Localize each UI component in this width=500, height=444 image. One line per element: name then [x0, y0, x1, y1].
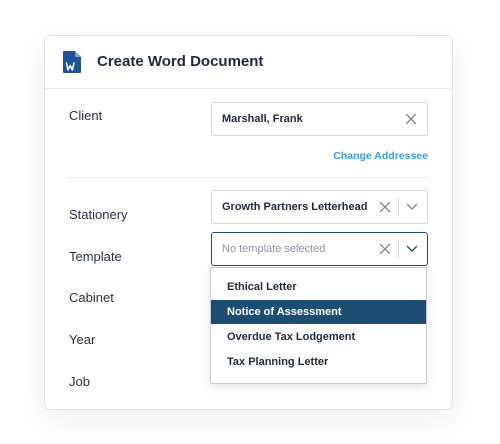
- cabinet-label: Cabinet: [69, 290, 114, 305]
- client-field[interactable]: Marshall, Frank: [211, 102, 428, 136]
- template-dropdown-menu: Ethical Letter Notice of Assessment Over…: [210, 267, 427, 384]
- template-option[interactable]: Tax Planning Letter: [211, 350, 426, 374]
- clear-client-icon[interactable]: [405, 113, 417, 125]
- template-placeholder: No template selected: [222, 243, 326, 255]
- dialog-header: Create Word Document: [45, 36, 452, 89]
- client-label: Client: [69, 108, 103, 123]
- template-option[interactable]: Overdue Tax Lodgement: [211, 325, 426, 349]
- word-document-icon: [63, 51, 81, 73]
- client-value: Marshall, Frank: [222, 113, 303, 125]
- section-divider: [69, 177, 428, 178]
- year-label: Year: [69, 332, 96, 347]
- template-option-highlighted[interactable]: Notice of Assessment: [211, 300, 426, 324]
- change-addressee-link[interactable]: Change Addressee: [333, 150, 428, 162]
- select-separator: [398, 198, 399, 216]
- chevron-down-icon[interactable]: [406, 244, 418, 254]
- job-label: Job: [69, 374, 90, 389]
- template-option[interactable]: Ethical Letter: [211, 275, 426, 299]
- clear-template-icon[interactable]: [379, 243, 391, 255]
- template-label: Template: [69, 249, 122, 264]
- clear-stationery-icon[interactable]: [379, 201, 391, 213]
- stationery-value: Growth Partners Letterhead: [222, 201, 368, 213]
- dialog-title: Create Word Document: [97, 53, 264, 70]
- stationery-select[interactable]: Growth Partners Letterhead: [211, 190, 428, 224]
- template-select[interactable]: No template selected: [211, 232, 428, 266]
- select-separator: [398, 240, 399, 258]
- chevron-down-icon[interactable]: [406, 202, 418, 212]
- stationery-label: Stationery: [69, 207, 128, 222]
